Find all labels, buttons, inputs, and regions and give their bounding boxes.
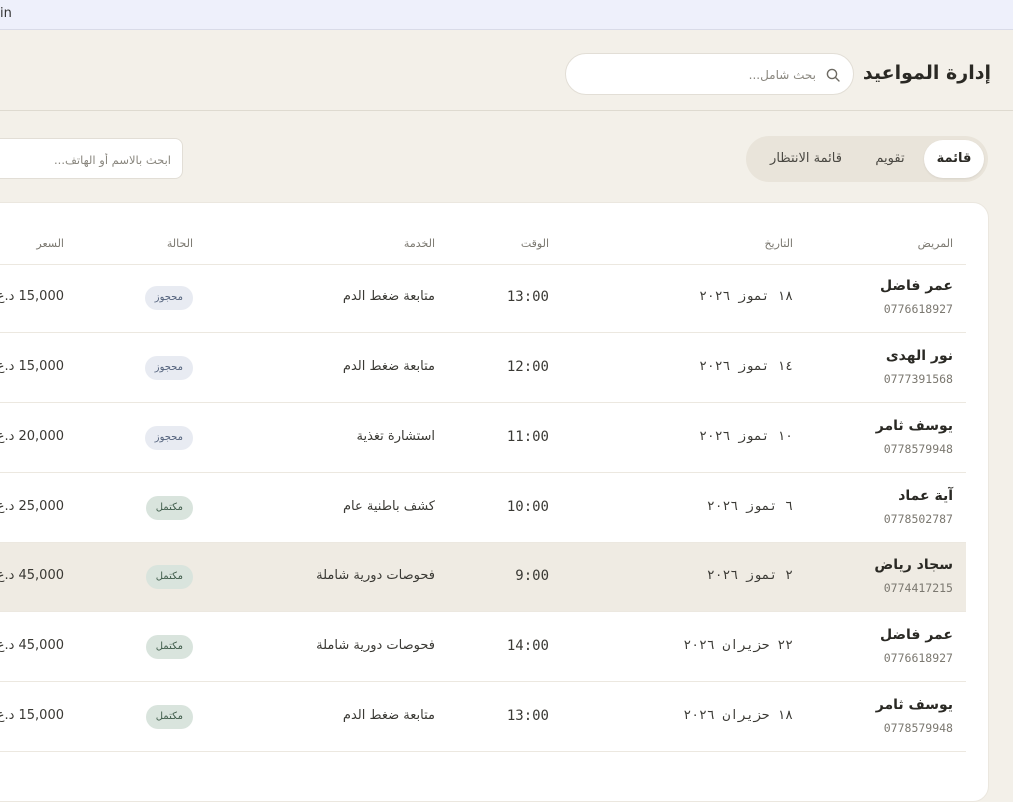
patient-name: سجاد رياض bbox=[874, 557, 953, 573]
patient-phone: 0777391568 bbox=[883, 372, 953, 386]
patient-filter[interactable] bbox=[0, 138, 183, 180]
appointment-price: 25,000 د.ع bbox=[0, 499, 64, 514]
table-header: المريض التاريخ الوقت الخدمة الحالة السعر bbox=[0, 230, 966, 265]
status-badge: مكتمل bbox=[145, 635, 193, 659]
patient-name: آية عماد bbox=[898, 488, 953, 504]
patient-phone: 0778579948 bbox=[883, 721, 953, 735]
appointment-service: فحوصات دورية شاملة bbox=[316, 638, 435, 653]
patient-phone: 0778502787 bbox=[883, 512, 953, 526]
appointment-time: 11:00 bbox=[506, 429, 549, 445]
status-badge: مكتمل bbox=[145, 496, 193, 520]
appointment-price: 15,000 د.ع bbox=[0, 708, 64, 723]
status-badge: محجوز bbox=[144, 356, 193, 380]
column-header-time: الوقت bbox=[520, 237, 549, 250]
patient-phone: 0774417215 bbox=[883, 581, 953, 595]
patient-phone: 0778579948 bbox=[883, 442, 953, 456]
appointment-date: ١٠ تموز ٢٠٢٦ bbox=[699, 429, 793, 444]
appointment-price: 45,000 د.ع bbox=[0, 638, 64, 653]
appointment-service: متابعة ضغط الدم bbox=[342, 359, 435, 374]
appointment-price: 15,000 د.ع bbox=[0, 359, 64, 374]
table-row[interactable]: عمر فاضل 0776618927 ١٨ تموز ٢٠٢٦ 13:00 م… bbox=[0, 264, 966, 333]
appointment-time: 13:00 bbox=[506, 708, 549, 724]
appointment-time: 10:00 bbox=[506, 499, 549, 515]
appointment-price: 15,000 د.ع bbox=[0, 289, 64, 304]
patient-phone: 0776618927 bbox=[883, 302, 953, 316]
global-search[interactable] bbox=[565, 53, 854, 96]
column-header-service: الخدمة bbox=[403, 237, 435, 250]
tab-waitlist[interactable]: قائمة الانتظار bbox=[756, 140, 856, 178]
patient-name: يوسف ثامر bbox=[875, 418, 953, 434]
page-header: إدارة المواعيد bbox=[0, 38, 1013, 111]
appointment-date: ٦ تموز ٢٠٢٦ bbox=[706, 499, 793, 514]
global-search-input[interactable] bbox=[582, 54, 818, 96]
status-badge: مكتمل bbox=[145, 705, 193, 729]
page-title: إدارة المواعيد bbox=[862, 62, 991, 84]
view-tabs: قائمة تقويم قائمة الانتظار bbox=[746, 136, 988, 182]
table-row[interactable]: آية عماد 0778502787 ٦ تموز ٢٠٢٦ 10:00 كش… bbox=[0, 474, 966, 543]
appointment-service: متابعة ضغط الدم bbox=[342, 708, 435, 723]
tab-list[interactable]: قائمة bbox=[924, 140, 984, 178]
appointment-date: ١٨ تموز ٢٠٢٦ bbox=[699, 289, 793, 304]
appointment-price: 45,000 د.ع bbox=[0, 568, 64, 583]
search-icon bbox=[826, 68, 840, 82]
table-row[interactable]: يوسف ثامر 0778579948 ١٨ حزيران ٢٠٢٦ 13:0… bbox=[0, 683, 966, 752]
patient-name: عمر فاضل bbox=[880, 278, 953, 294]
appointment-date: ٢٢ حزيران ٢٠٢٦ bbox=[683, 638, 793, 653]
appointment-time: 9:00 bbox=[515, 568, 549, 584]
column-header-status: الحالة bbox=[166, 237, 193, 250]
browser-tab-text: in bbox=[0, 6, 12, 21]
appointment-date: ٢ تموز ٢٠٢٦ bbox=[706, 568, 793, 583]
appointment-time: 13:00 bbox=[506, 289, 549, 305]
table-row[interactable]: سجاد رياض 0774417215 ٢ تموز ٢٠٢٦ 9:00 فح… bbox=[0, 543, 966, 612]
status-badge: مكتمل bbox=[145, 565, 193, 589]
appointment-service: متابعة ضغط الدم bbox=[342, 289, 435, 304]
tab-calendar[interactable]: تقويم bbox=[864, 140, 916, 178]
column-header-patient: المريض bbox=[917, 237, 953, 250]
appointment-date: ١٨ حزيران ٢٠٢٦ bbox=[683, 708, 793, 723]
appointment-price: 20,000 د.ع bbox=[0, 429, 64, 444]
column-header-date: التاريخ bbox=[764, 237, 793, 250]
column-header-price: السعر bbox=[36, 237, 64, 250]
status-badge: محجوز bbox=[144, 426, 193, 450]
table-row[interactable]: يوسف ثامر 0778579948 ١٠ تموز ٢٠٢٦ 11:00 … bbox=[0, 404, 966, 473]
appointment-service: كشف باطنية عام bbox=[342, 499, 435, 514]
appointment-date: ١٤ تموز ٢٠٢٦ bbox=[699, 359, 793, 374]
patient-name: عمر فاضل bbox=[880, 627, 953, 643]
patient-name: يوسف ثامر bbox=[875, 697, 953, 713]
appointment-time: 14:00 bbox=[506, 638, 549, 654]
browser-bar: in bbox=[0, 0, 1013, 30]
appointment-service: استشارة تغذية bbox=[356, 429, 435, 444]
appointment-service: فحوصات دورية شاملة bbox=[316, 568, 435, 583]
patient-phone: 0776618927 bbox=[883, 651, 953, 665]
table-row[interactable]: نور الهدى 0777391568 ١٤ تموز ٢٠٢٦ 12:00 … bbox=[0, 334, 966, 403]
patient-filter-input[interactable] bbox=[1, 139, 173, 180]
patient-name: نور الهدى bbox=[885, 348, 953, 364]
table-row[interactable]: عمر فاضل 0776618927 ٢٢ حزيران ٢٠٢٦ 14:00… bbox=[0, 613, 966, 682]
appointment-time: 12:00 bbox=[506, 359, 549, 375]
status-badge: محجوز bbox=[144, 286, 193, 310]
